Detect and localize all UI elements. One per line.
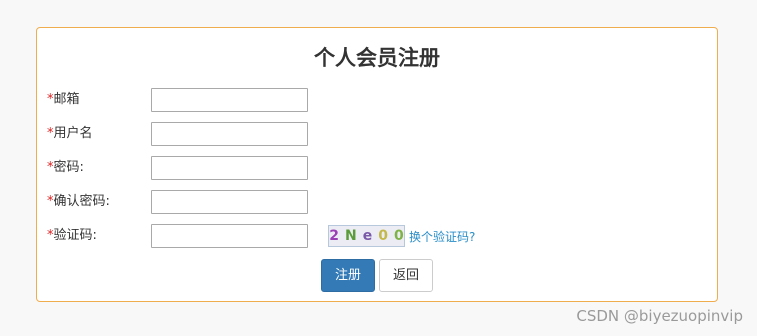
password-label-text: 密码: [53,160,84,175]
confirm-password-label-text: 确认密码: [53,194,110,209]
username-row: *用户名 [47,122,707,146]
username-label-text: 用户名 [53,126,93,141]
captcha-char: e [362,228,373,244]
captcha-image[interactable]: 2 N e 0 0 [328,225,405,247]
confirm-password-label: *确认密码: [47,193,110,211]
email-label: *邮箱 [47,91,80,109]
captcha-label: *验证码: [47,227,97,245]
captcha-char: N [345,228,357,244]
password-row: *密码: [47,156,707,180]
captcha-char: 0 [393,228,404,244]
back-button[interactable]: 返回 [379,259,433,292]
email-row: *邮箱 [47,88,707,112]
captcha-field[interactable] [151,224,308,248]
watermark: CSDN @biyezuopinvip [576,307,743,325]
password-field[interactable] [151,156,308,180]
registration-panel: 个人会员注册 *邮箱 *用户名 *密码: *确认密码: *验证码: 2 N e … [36,27,718,302]
register-button[interactable]: 注册 [321,259,375,292]
confirm-password-row: *确认密码: [47,190,707,214]
email-field[interactable] [151,88,308,112]
change-captcha-link[interactable]: 换个验证码? [409,229,475,245]
confirm-password-field[interactable] [151,190,308,214]
page-title: 个人会员注册 [314,46,440,70]
captcha-char: 2 [329,228,340,244]
captcha-char: 0 [378,228,388,244]
username-field[interactable] [151,122,308,146]
password-label: *密码: [47,159,84,177]
username-label: *用户名 [47,125,93,143]
captcha-row: *验证码: 2 N e 0 0 换个验证码? [47,224,707,248]
email-label-text: 邮箱 [53,92,80,107]
captcha-label-text: 验证码: [53,228,97,243]
